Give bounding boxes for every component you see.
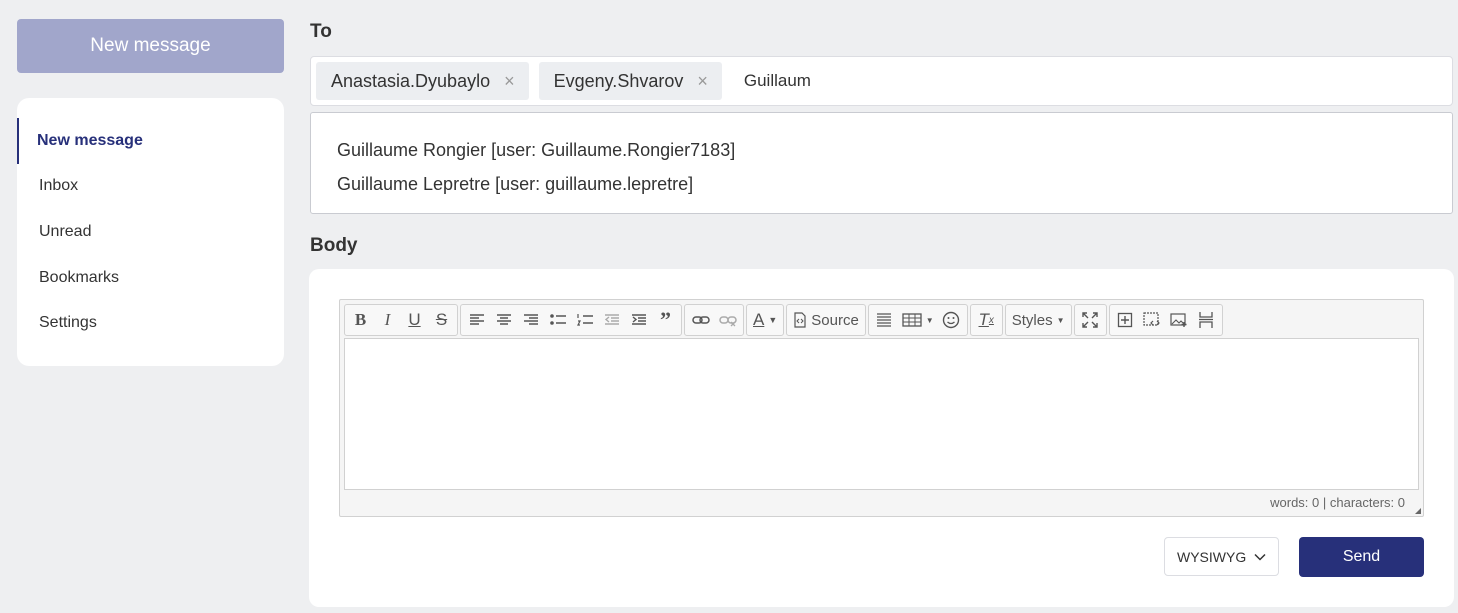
table-icon[interactable]: ▼ bbox=[898, 306, 938, 334]
recipient-name: Anastasia.Dyubaylo bbox=[331, 70, 491, 91]
emoji-icon[interactable] bbox=[938, 306, 965, 334]
sidebar-item-bookmarks[interactable]: Bookmarks bbox=[17, 255, 284, 301]
source-icon bbox=[794, 312, 806, 328]
remove-recipient-icon[interactable]: × bbox=[504, 71, 515, 92]
rich-text-editor: B I U S ” A ▼ Source ▼ T x Styles ▼ word… bbox=[339, 299, 1424, 517]
remove-format-icon[interactable]: Tx bbox=[973, 306, 1000, 334]
bulleted-list-icon[interactable] bbox=[544, 306, 571, 334]
insert-image-icon[interactable] bbox=[1166, 306, 1193, 334]
align-center-icon[interactable] bbox=[490, 306, 517, 334]
editor-mode-select[interactable]: WYSIWYG bbox=[1164, 537, 1279, 576]
resize-handle[interactable] bbox=[1415, 508, 1421, 514]
link-icon[interactable] bbox=[687, 306, 714, 334]
insert-block-icon[interactable] bbox=[1112, 306, 1139, 334]
indent-icon[interactable] bbox=[625, 306, 652, 334]
underline-icon[interactable]: U bbox=[401, 306, 428, 334]
chevron-down-icon bbox=[1254, 553, 1266, 561]
recipient-chip: Anastasia.Dyubaylo × bbox=[316, 62, 529, 100]
outdent-icon[interactable] bbox=[598, 306, 625, 334]
horizontal-line-icon[interactable] bbox=[871, 306, 898, 334]
link-group bbox=[684, 304, 744, 336]
sidebar-item-inbox[interactable]: Inbox bbox=[17, 164, 284, 210]
styles-dropdown[interactable]: Styles ▼ bbox=[1008, 306, 1069, 334]
page-break-icon[interactable] bbox=[1193, 306, 1220, 334]
format-group: B I U S bbox=[344, 304, 458, 336]
maximize-group bbox=[1073, 304, 1107, 336]
recipient-suggestions: Guillaume Rongier [user: Guillaume.Rongi… bbox=[310, 112, 1453, 214]
suggestion-item[interactable]: Guillaume Lepretre [user: guillaume.lepr… bbox=[311, 167, 1452, 201]
sidebar-item-new-message[interactable]: New message bbox=[17, 118, 284, 164]
italic-icon[interactable]: I bbox=[374, 306, 401, 334]
recipients-field[interactable]: Anastasia.Dyubaylo × Evgeny.Shvarov × bbox=[310, 56, 1453, 106]
send-button[interactable]: Send bbox=[1299, 537, 1424, 577]
insert-code-icon[interactable] bbox=[1139, 306, 1166, 334]
color-group: A ▼ bbox=[746, 304, 785, 336]
word-count: words: 0 | characters: 0 bbox=[1270, 495, 1405, 510]
paragraph-group: ” bbox=[460, 304, 682, 336]
styles-group: Styles ▼ bbox=[1004, 304, 1072, 336]
recipient-chip: Evgeny.Shvarov × bbox=[538, 62, 722, 100]
insert-group: ▼ bbox=[867, 304, 968, 336]
to-label: To bbox=[310, 21, 332, 42]
body-label: Body bbox=[310, 235, 358, 256]
recipient-search-input[interactable] bbox=[731, 71, 1032, 91]
strikethrough-icon[interactable]: S bbox=[428, 306, 455, 334]
source-button[interactable]: Source bbox=[789, 306, 863, 334]
styles-label: Styles bbox=[1011, 311, 1053, 329]
align-right-icon[interactable] bbox=[517, 306, 544, 334]
chevron-down-icon: ▼ bbox=[1056, 315, 1065, 325]
numbered-list-icon[interactable] bbox=[571, 306, 598, 334]
recipient-name: Evgeny.Shvarov bbox=[553, 70, 684, 91]
editor-mode-value: WYSIWYG bbox=[1177, 548, 1247, 565]
source-group: Source bbox=[786, 304, 866, 336]
sidebar-item-settings[interactable]: Settings bbox=[17, 300, 284, 346]
maximize-icon[interactable] bbox=[1077, 306, 1104, 334]
align-left-icon[interactable] bbox=[463, 306, 490, 334]
bold-icon[interactable]: B bbox=[347, 306, 374, 334]
sidebar-nav: New message Inbox Unread Bookmarks Setti… bbox=[17, 98, 284, 366]
editor-body[interactable] bbox=[344, 338, 1419, 490]
text-color-icon[interactable]: A ▼ bbox=[749, 306, 781, 334]
source-label: Source bbox=[811, 311, 859, 329]
body-panel: B I U S ” A ▼ Source ▼ T x Styles ▼ word… bbox=[309, 269, 1454, 607]
unlink-icon[interactable] bbox=[714, 306, 741, 334]
clear-format-group: Tx bbox=[969, 304, 1003, 336]
blockquote-icon[interactable]: ” bbox=[652, 306, 679, 334]
suggestion-item[interactable]: Guillaume Rongier [user: Guillaume.Rongi… bbox=[311, 133, 1452, 167]
remove-recipient-icon[interactable]: × bbox=[697, 71, 708, 92]
new-message-button[interactable]: New message bbox=[17, 19, 284, 73]
widgets-group bbox=[1108, 304, 1223, 336]
sidebar-item-unread[interactable]: Unread bbox=[17, 209, 284, 255]
editor-toolbar: B I U S ” A ▼ Source ▼ T x Styles ▼ bbox=[344, 304, 1419, 336]
